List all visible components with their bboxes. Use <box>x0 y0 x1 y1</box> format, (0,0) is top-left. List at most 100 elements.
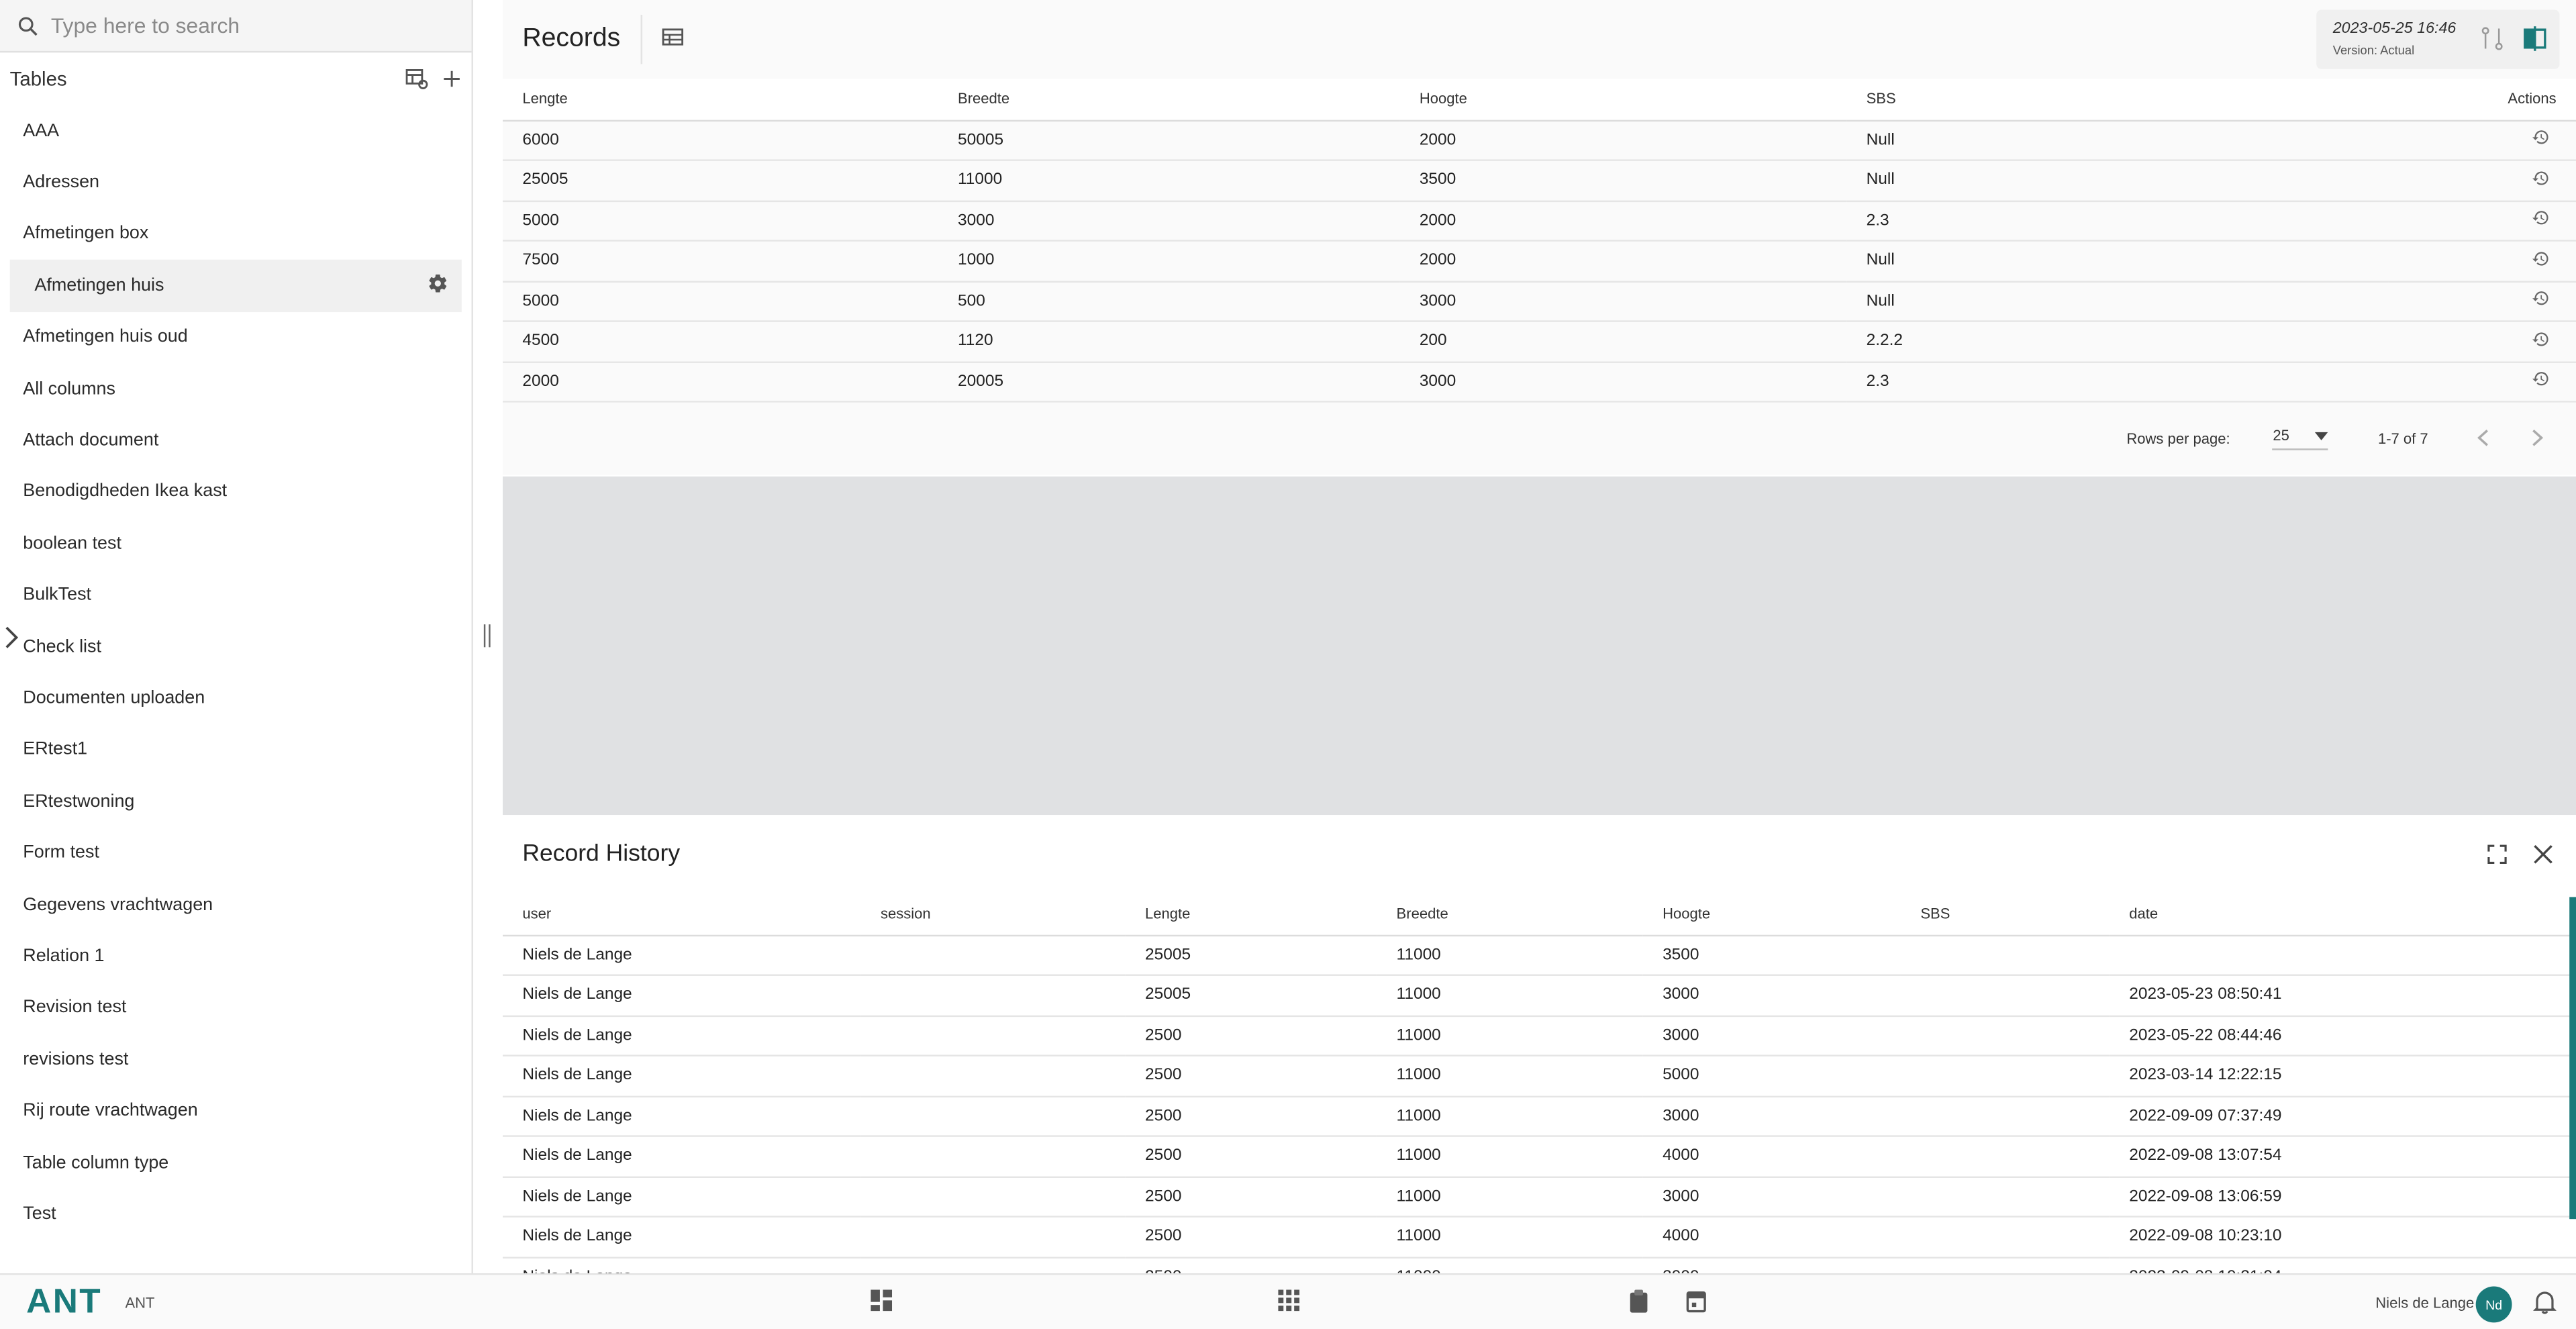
sidebar-item-table[interactable]: Rij route vrachtwagen <box>0 1085 471 1137</box>
table-cell: 3000 <box>1642 1015 1901 1056</box>
table-cell: 2500 <box>1125 1015 1377 1056</box>
sidebar-item-table[interactable]: Test <box>0 1188 471 1240</box>
sidebar-item-table[interactable]: boolean test <box>0 518 471 569</box>
table-row[interactable]: 25005 11000 3500 Null <box>502 160 2576 201</box>
table-cell <box>1900 975 2110 1016</box>
col-header-hoogte[interactable]: Hoogte <box>1399 79 1847 121</box>
sidebar-item-table[interactable]: Relation 1 <box>0 930 471 982</box>
sidebar-item-label: Test <box>23 1203 56 1224</box>
sidebar-item-table[interactable]: Benodigdheden Ikea kast <box>0 466 471 518</box>
table-row[interactable]: 2000 20005 3000 2.3 <box>502 361 2576 403</box>
row-actions <box>2388 119 2576 161</box>
history-icon[interactable] <box>2532 251 2550 273</box>
split-view-icon[interactable] <box>2524 26 2546 59</box>
col-header-lengte[interactable]: Lengte <box>1125 893 1377 936</box>
plus-icon[interactable] <box>442 69 461 89</box>
sidebar-item-table[interactable]: Revision test <box>0 982 471 1034</box>
panel-resize-handle[interactable] <box>480 624 496 648</box>
table-row[interactable]: Niels de Lange 2500 11000 4000 2022-09-08 13… <box>502 1136 2576 1177</box>
history-scrollbar[interactable] <box>2569 897 2576 1220</box>
main-content: Records 2023-05-25 16:46 Version: Actual <box>502 0 2576 1273</box>
sidebar-item-table[interactable]: All columns <box>0 363 471 415</box>
table-row[interactable]: 5000 500 3000 Null <box>502 281 2576 322</box>
sidebar-item-table[interactable]: Gegevens vrachtwagen <box>0 879 471 930</box>
table-cell: 3000 <box>1642 975 1901 1016</box>
sidebar-item-table[interactable]: ERtestwoning <box>0 776 471 828</box>
col-header-user[interactable]: user <box>502 893 861 936</box>
table-cell: 3000 <box>1642 1257 1901 1273</box>
version-selector[interactable]: 2023-05-25 16:46 Version: Actual <box>2316 9 2560 69</box>
compare-icon[interactable] <box>2481 26 2504 59</box>
next-page-icon[interactable] <box>2532 428 2544 450</box>
app-logo[interactable]: ANT <box>26 1282 102 1322</box>
table-settings-icon[interactable] <box>405 68 429 90</box>
gear-icon[interactable] <box>427 273 448 299</box>
apps-grid-icon[interactable] <box>1278 1289 1300 1319</box>
sidebar-item-table[interactable]: Adressen <box>0 156 471 208</box>
col-header-sbs[interactable]: SBS <box>1900 893 2110 936</box>
table-cell: 11000 <box>1377 934 1643 976</box>
table-row[interactable]: Niels de Lange 2500 11000 3000 2022-09-09 07… <box>502 1095 2576 1137</box>
sidebar-item-label: BulkTest <box>23 585 92 605</box>
col-header-sbs[interactable]: SBS <box>1846 79 2389 121</box>
history-icon[interactable] <box>2532 170 2550 192</box>
history-header: Record History <box>503 815 2576 893</box>
chevron-right-icon[interactable] <box>3 624 19 658</box>
sidebar-item-table[interactable]: revisions test <box>0 1034 471 1085</box>
table-row[interactable]: Niels de Lange 25005 11000 3000 2023-05-23 0… <box>502 975 2576 1016</box>
rows-per-page-select[interactable]: 25 <box>2273 427 2329 450</box>
table-row[interactable]: Niels de Lange 2500 11000 5000 2023-03-14 12… <box>502 1055 2576 1097</box>
sidebar-item-table[interactable]: Form test <box>0 827 471 879</box>
sidebar-item-table[interactable]: Table column type <box>0 1136 471 1188</box>
search-input[interactable] <box>50 13 446 38</box>
fullscreen-icon[interactable] <box>2487 843 2507 873</box>
table-cell: 2.3 <box>1846 200 2389 242</box>
table-view-icon[interactable] <box>661 25 683 54</box>
col-header-session[interactable]: session <box>860 893 1126 936</box>
sidebar-item-table[interactable]: Afmetingen huis <box>9 260 462 311</box>
col-header-hoogte[interactable]: Hoogte <box>1642 893 1901 936</box>
close-icon[interactable] <box>2533 843 2553 873</box>
history-icon[interactable] <box>2532 130 2550 152</box>
col-header-date[interactable]: date <box>2109 893 2576 936</box>
table-row[interactable]: Niels de Lange 2500 11000 3000 2022-09-08 13… <box>502 1176 2576 1218</box>
table-row[interactable]: 7500 1000 2000 Null <box>502 240 2576 282</box>
sidebar-item-table[interactable]: AAA <box>0 105 471 157</box>
history-icon[interactable] <box>2532 332 2550 353</box>
bell-icon[interactable] <box>2532 1289 2557 1322</box>
sidebar-item-table[interactable]: Documenten uploaden <box>0 673 471 724</box>
table-row[interactable]: Niels de Lange 2500 11000 4000 2022-09-08 10… <box>502 1216 2576 1258</box>
table-cell: 11000 <box>1377 1055 1643 1097</box>
sidebar-item-table[interactable]: ERtest1 <box>0 724 471 776</box>
tables-label: Tables <box>9 67 67 91</box>
table-row[interactable]: 4500 1120 200 2.2.2 <box>502 321 2576 362</box>
col-header-lengte[interactable]: Lengte <box>502 79 938 121</box>
table-row[interactable]: Niels de Lange 25005 11000 3500 <box>502 934 2576 976</box>
sidebar-item-table[interactable]: BulkTest <box>0 569 471 621</box>
table-cell <box>860 934 1126 976</box>
col-header-breedte[interactable]: Breedte <box>938 79 1400 121</box>
sidebar-item-label: Adressen <box>23 173 100 193</box>
sidebar-item-table[interactable]: Afmetingen huis oud <box>0 311 471 363</box>
user-name: Niels de Lange <box>2375 1294 2475 1312</box>
sidebar-item-table[interactable]: Check list <box>0 621 471 673</box>
prev-page-icon[interactable] <box>2477 428 2489 450</box>
table-cell: Null <box>1846 281 2389 322</box>
table-row[interactable]: Niels de Lange 2500110003000 2022-09-08 10… <box>502 1257 2576 1273</box>
dashboard-icon[interactable] <box>871 1289 893 1319</box>
sidebar-item-table[interactable]: Afmetingen box <box>0 208 471 260</box>
calendar-icon[interactable] <box>1685 1289 1707 1321</box>
history-icon[interactable] <box>2532 211 2550 232</box>
caret-down-icon <box>2315 431 2329 440</box>
history-icon[interactable] <box>2532 291 2550 313</box>
table-row[interactable]: 6000 50005 2000 Null <box>502 119 2576 161</box>
sidebar-item-table[interactable]: Attach document <box>0 415 471 466</box>
table-row[interactable]: Niels de Lange 2500 11000 3000 2023-05-22 08… <box>502 1015 2576 1056</box>
table-row[interactable]: 5000 3000 2000 2.3 <box>502 200 2576 242</box>
clipboard-icon[interactable] <box>1628 1289 1650 1321</box>
table-cell <box>1900 1136 2110 1177</box>
history-icon[interactable] <box>2532 372 2550 393</box>
avatar[interactable]: Nd <box>2475 1286 2512 1323</box>
col-header-breedte[interactable]: Breedte <box>1377 893 1643 936</box>
table-cell: 2500 <box>1125 1055 1377 1097</box>
